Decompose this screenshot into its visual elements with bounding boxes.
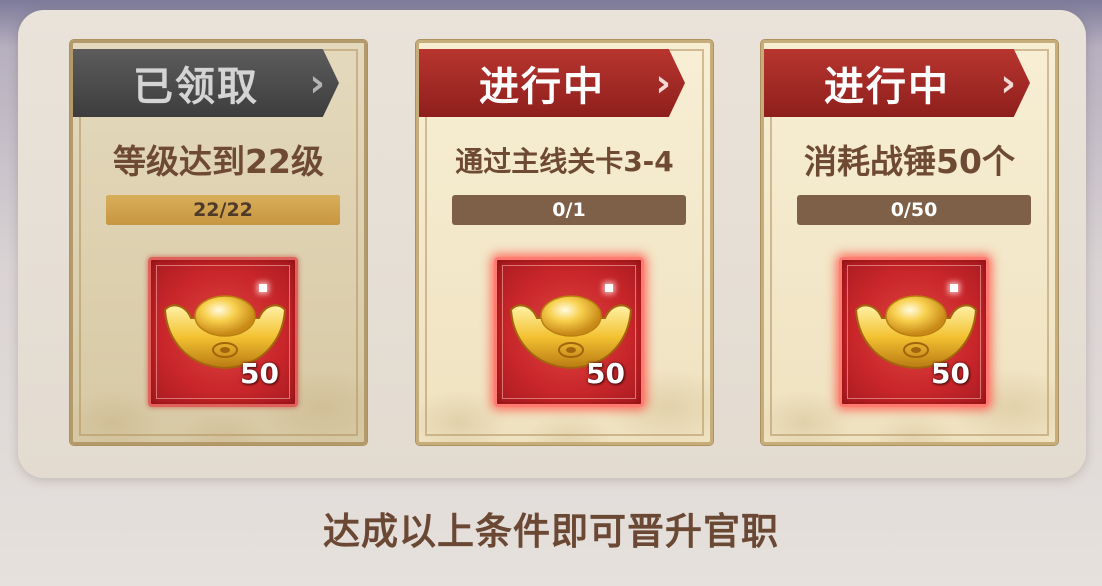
status-ribbon: 进行中 › [764,49,1030,117]
status-label: 进行中 [479,64,605,110]
status-ribbon: 已领取 › [73,49,339,117]
task-card-2[interactable]: 进行中 › 通过主线关卡3-4 0/1 50 [415,39,714,446]
footer-hint: 达成以上条件即可晋升官职 [323,510,779,553]
chevron-right-icon: › [655,61,671,105]
reward-slot[interactable]: 50 [494,257,644,407]
task-card-3[interactable]: 进行中 › 消耗战锤50个 0/50 50 [760,39,1059,446]
task-description: 通过主线关卡3-4 [455,145,674,178]
progress-bar: 0/1 [452,195,686,225]
status-ribbon: 进行中 › [419,49,685,117]
reward-amount: 50 [586,357,625,390]
status-label: 进行中 [824,64,950,110]
progress-text: 0/50 [890,199,938,221]
progress-bar: 22/22 [106,195,340,225]
chevron-right-icon: › [1000,61,1016,105]
progress-bar: 0/50 [797,195,1031,225]
task-description: 等级达到22级 [113,142,324,181]
chevron-right-icon: › [309,61,325,105]
progress-text: 0/1 [552,199,586,221]
status-label: 已领取 [133,64,259,110]
reward-slot[interactable]: 50 [148,257,298,407]
reward-slot[interactable]: 50 [839,257,989,407]
reward-amount: 50 [240,357,279,390]
task-description: 消耗战锤50个 [804,142,1015,181]
reward-amount: 50 [931,357,970,390]
progress-text: 22/22 [193,199,253,221]
task-card-1[interactable]: 已领取 › 等级达到22级 22/22 50 [69,39,368,446]
